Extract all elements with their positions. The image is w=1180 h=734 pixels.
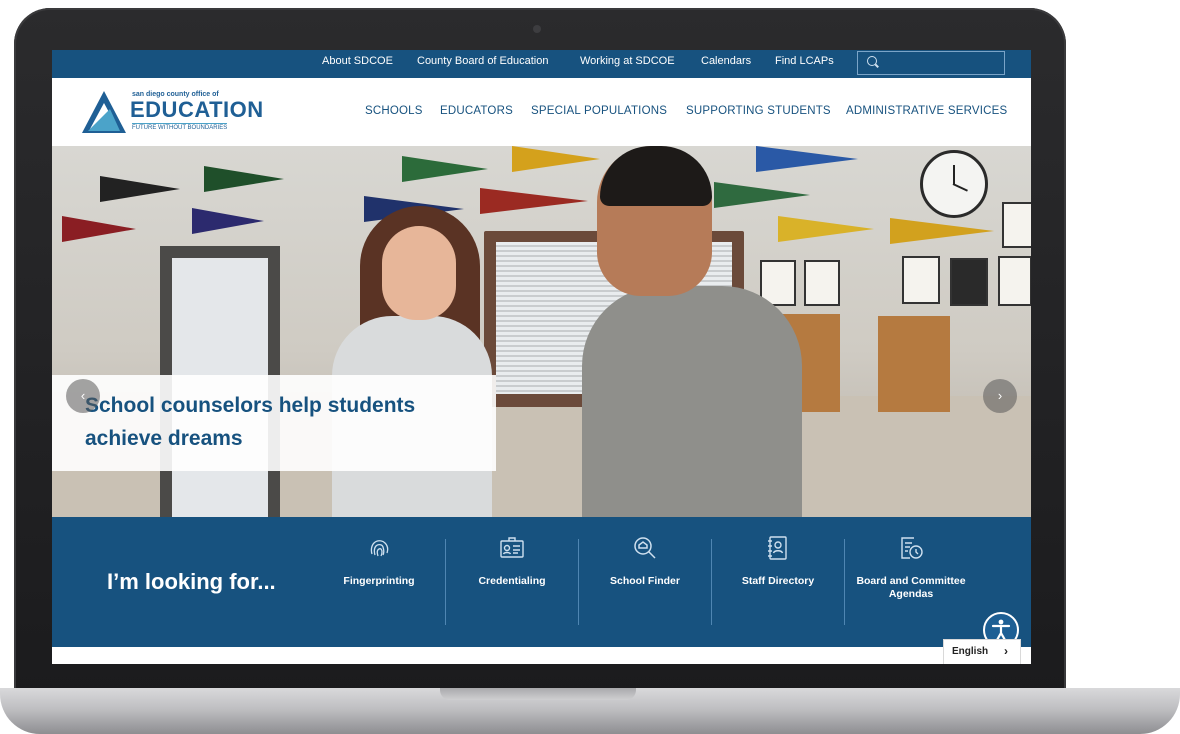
quicklink-school-finder[interactable]: School Finder <box>585 535 705 635</box>
nav-schools[interactable]: SCHOOLS <box>365 105 423 117</box>
poster-image <box>902 256 940 304</box>
quicklink-board-agendas[interactable]: Board and Committee Agendas <box>851 535 971 635</box>
divider <box>711 539 712 625</box>
pennant-image <box>62 216 136 242</box>
agenda-clock-icon <box>901 537 923 559</box>
school-search-icon <box>634 537 656 559</box>
quicklink-credentialing[interactable]: Credentialing <box>452 535 572 635</box>
hero-carousel: School counselors help students achieve … <box>52 146 1031 517</box>
pennant-image <box>890 218 994 244</box>
divider <box>578 539 579 625</box>
pennant-image <box>402 156 488 182</box>
poster-image <box>998 256 1031 306</box>
quicklink-staff-directory[interactable]: Staff Directory <box>718 535 838 635</box>
pennant-image <box>100 176 180 202</box>
sdcoe-logo[interactable]: san diego county office of EDUCATION FUT… <box>80 89 263 135</box>
pennant-image <box>778 216 874 242</box>
looking-for-heading: I’m looking for... <box>107 569 276 594</box>
poster-image <box>804 260 840 306</box>
logo-tagline: FUTURE WITHOUT BOUNDARIES <box>132 123 228 131</box>
nav-educators[interactable]: EDUCATORS <box>440 105 513 117</box>
language-select[interactable]: English › <box>943 639 1021 664</box>
carousel-next-button[interactable]: › <box>983 379 1017 413</box>
webcam <box>533 25 541 33</box>
nav-supporting-students[interactable]: SUPPORTING STUDENTS <box>686 105 831 117</box>
logo-triangle-icon <box>82 91 126 133</box>
fingerprint-icon <box>370 540 389 557</box>
quicklink-label: School Finder <box>609 575 680 587</box>
wall-clock-image <box>920 150 988 218</box>
laptop-notch <box>440 688 636 700</box>
hero-caption-line-1: School counselors help students <box>85 394 416 417</box>
quicklink-label: Fingerprinting <box>343 575 415 587</box>
link-find-lcaps[interactable]: Find LCAPs <box>775 55 834 67</box>
search-icon <box>867 56 877 66</box>
id-card-icon <box>500 537 524 558</box>
quicklink-fingerprinting[interactable]: Fingerprinting <box>319 535 439 635</box>
quick-links-bar: I’m looking for... Fingerprinting Creden… <box>52 517 1031 647</box>
pennant-image <box>192 208 264 234</box>
hero-caption-line-2: achieve dreams <box>85 427 243 450</box>
brochure-shelf <box>878 316 950 412</box>
pennant-image <box>480 188 588 214</box>
quicklink-label: Board and Committee Agendas <box>856 575 966 600</box>
nav-special-populations[interactable]: SPECIAL POPULATIONS <box>531 105 667 117</box>
divider <box>445 539 446 625</box>
link-about-sdcoe[interactable]: About SDCOE <box>322 55 393 67</box>
quicklink-label: Staff Directory <box>741 575 815 587</box>
pennant-image <box>204 166 284 192</box>
man-photo-hair <box>600 146 712 206</box>
page-footer-strip <box>52 647 1031 664</box>
poster-image <box>1002 202 1031 248</box>
divider <box>844 539 845 625</box>
site-header: san diego county office of EDUCATION FUT… <box>52 78 1031 146</box>
hero-caption[interactable]: School counselors help students achieve … <box>52 375 496 471</box>
pennant-image <box>756 146 858 172</box>
woman-photo-face <box>382 226 456 320</box>
browser-screen: About SDCOE County Board of Education Wo… <box>52 50 1031 664</box>
man-photo-body <box>582 286 802 517</box>
carousel-prev-button[interactable]: ‹ <box>66 379 100 413</box>
pennant-image <box>512 146 600 172</box>
link-working-at-sdcoe[interactable]: Working at SDCOE <box>580 55 675 67</box>
utility-bar: About SDCOE County Board of Education Wo… <box>52 50 1031 78</box>
search-input[interactable] <box>857 51 1005 75</box>
link-calendars[interactable]: Calendars <box>701 55 751 67</box>
quicklink-label: Credentialing <box>478 575 546 587</box>
pennant-image <box>714 182 810 208</box>
logo-main-text: EDUCATION <box>130 97 264 122</box>
link-county-board[interactable]: County Board of Education <box>417 55 548 67</box>
directory-icon <box>768 536 787 560</box>
nav-administrative-services[interactable]: ADMINISTRATIVE SERVICES <box>846 105 1007 117</box>
poster-image <box>950 258 988 306</box>
chevron-right-icon: › <box>1004 644 1008 658</box>
language-selected: English <box>952 646 989 657</box>
